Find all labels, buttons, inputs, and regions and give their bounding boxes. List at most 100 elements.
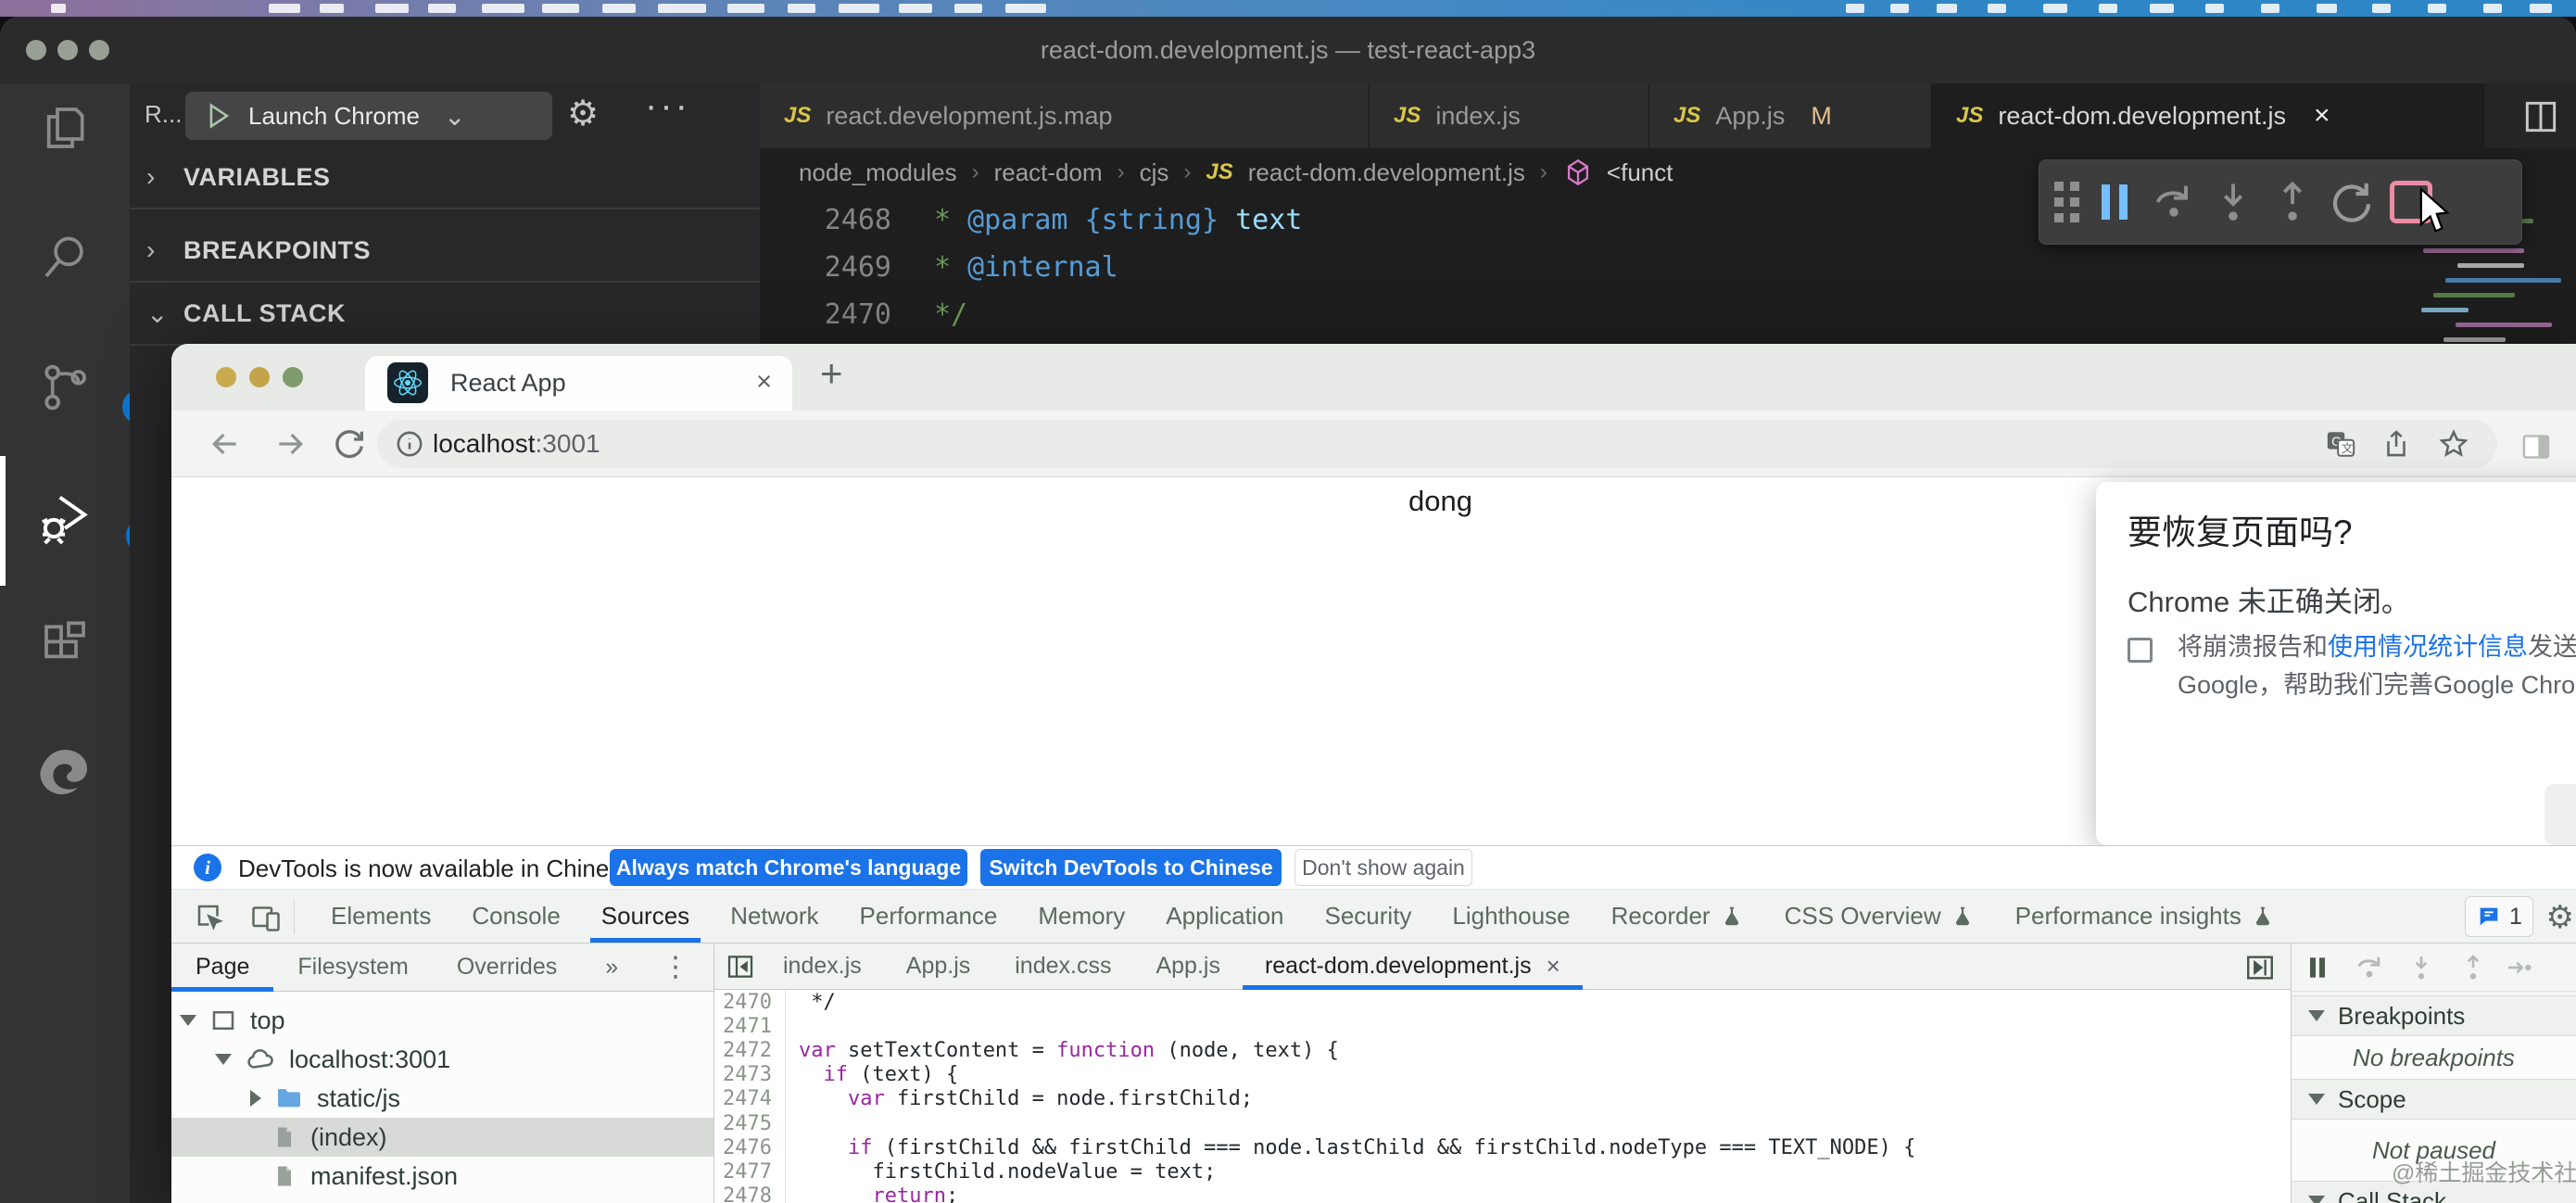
- new-tab-icon[interactable]: +: [820, 351, 843, 396]
- chevron-down-icon[interactable]: [215, 1054, 232, 1065]
- subtab-overrides[interactable]: Overrides: [433, 943, 581, 992]
- devtools-tab-console[interactable]: Console: [451, 890, 580, 943]
- explorer-icon[interactable]: [35, 98, 95, 158]
- debug-settings-gear-icon[interactable]: ⚙: [567, 93, 599, 134]
- search-icon[interactable]: [35, 228, 95, 287]
- chrome-minimize-button[interactable]: [249, 367, 270, 387]
- devtools-tab-performance-insights[interactable]: Performance insights: [1995, 890, 2295, 943]
- more-actions-icon[interactable]: ···: [645, 85, 690, 127]
- site-info-icon[interactable]: [394, 428, 425, 460]
- breadcrumb-symbol[interactable]: <funct: [1607, 158, 1673, 187]
- bookmark-star-icon[interactable]: [2438, 428, 2469, 460]
- source-control-icon[interactable]: [35, 358, 95, 417]
- tree-item[interactable]: [171, 1196, 713, 1203]
- extensions-icon[interactable]: [35, 614, 95, 674]
- step-over-icon[interactable]: [2343, 947, 2395, 988]
- devtools-settings-gear-icon[interactable]: ⚙: [2546, 899, 2574, 936]
- file-tab-index-js[interactable]: index.js: [761, 943, 884, 990]
- issues-counter[interactable]: 1: [2465, 896, 2533, 937]
- tree-item-manifest-json[interactable]: manifest.json: [171, 1157, 713, 1196]
- always-match-language-button[interactable]: Always match Chrome's language: [610, 849, 967, 886]
- open-file-panel-icon[interactable]: [2244, 952, 2276, 983]
- edge-browser-icon[interactable]: [35, 742, 95, 802]
- step-icon[interactable]: [2499, 947, 2540, 988]
- sidebar-section-call-stack[interactable]: ⌄ CALL STACK: [130, 283, 760, 346]
- tree-item--index-[interactable]: (index): [171, 1118, 713, 1157]
- more-options-icon[interactable]: ⋮: [662, 951, 689, 983]
- breakpoints-section-header[interactable]: Breakpoints: [2292, 995, 2576, 1036]
- share-icon[interactable]: [2380, 428, 2412, 460]
- split-editor-icon[interactable]: [2520, 96, 2561, 137]
- file-tab-index-css[interactable]: index.css: [992, 943, 1133, 990]
- subtab-page[interactable]: Page: [171, 943, 274, 992]
- devtools-tab-network[interactable]: Network: [710, 890, 839, 943]
- subtab-filesystem[interactable]: Filesystem: [273, 943, 432, 992]
- run-debug-icon[interactable]: [35, 488, 95, 547]
- editor-tab[interactable]: JS react-dom.development.js ×: [1932, 83, 2484, 148]
- step-over-icon[interactable]: [2144, 172, 2203, 232]
- collapse-sidebar-icon[interactable]: [726, 952, 755, 981]
- launch-config-button[interactable]: Launch Chrome ⌄: [185, 92, 552, 140]
- chevron-down-icon[interactable]: ⌄: [444, 101, 465, 132]
- devtools-tab-css-overview[interactable]: CSS Overview: [1764, 890, 1995, 943]
- breadcrumb-item[interactable]: react-dom: [994, 158, 1103, 187]
- inspect-element-icon[interactable]: [194, 901, 227, 934]
- tree-item-top[interactable]: top: [171, 1001, 713, 1040]
- file-tab-app-js[interactable]: App.js: [1133, 943, 1242, 990]
- pause-script-icon[interactable]: [2292, 947, 2343, 988]
- breadcrumb-file[interactable]: react-dom.development.js: [1248, 158, 1525, 187]
- pause-icon[interactable]: [2085, 172, 2144, 232]
- devtools-tab-elements[interactable]: Elements: [310, 890, 451, 943]
- step-into-icon[interactable]: [2395, 947, 2447, 988]
- usage-stats-link[interactable]: 使用情况统计信息: [2328, 633, 2528, 661]
- tree-item-static-js[interactable]: static/js: [171, 1079, 713, 1118]
- close-icon[interactable]: ×: [2314, 100, 2330, 132]
- overflow-tabs-icon[interactable]: »: [581, 943, 642, 992]
- chevron-down-icon[interactable]: [180, 1015, 196, 1026]
- restore-button-partial[interactable]: [2544, 784, 2576, 845]
- breadcrumb-item[interactable]: node_modules: [799, 158, 957, 187]
- device-toolbar-icon[interactable]: [249, 901, 283, 934]
- crash-report-checkbox[interactable]: [2128, 638, 2153, 663]
- step-out-icon[interactable]: [2263, 172, 2322, 232]
- step-into-icon[interactable]: [2203, 172, 2263, 232]
- editor-tab[interactable]: JS index.js: [1370, 83, 1649, 148]
- file-tab-app-js[interactable]: App.js: [884, 943, 992, 990]
- side-panel-icon[interactable]: [2519, 429, 2554, 464]
- debugger-toolbar: [2292, 943, 2576, 992]
- devtools-tab-security[interactable]: Security: [1305, 890, 1433, 943]
- devtools-tab-sources[interactable]: Sources: [581, 890, 710, 943]
- toolbar-drag-handle[interactable]: [2054, 182, 2079, 222]
- back-icon[interactable]: [207, 425, 244, 462]
- step-out-icon[interactable]: [2447, 947, 2499, 988]
- devtools-tab-performance[interactable]: Performance: [840, 890, 1018, 943]
- forward-icon[interactable]: [271, 425, 309, 462]
- code-line: 2470 */: [760, 291, 2576, 338]
- chevron-right-icon[interactable]: [250, 1090, 261, 1107]
- devtools-tab-application[interactable]: Application: [1145, 890, 1304, 943]
- chrome-close-button[interactable]: [216, 367, 236, 387]
- dont-show-again-button[interactable]: Don't show again: [1294, 849, 1472, 886]
- breadcrumb-item[interactable]: cjs: [1140, 158, 1169, 187]
- editor-tab[interactable]: JS react.development.js.map: [760, 83, 1370, 148]
- devtools-tab-recorder[interactable]: Recorder: [1591, 890, 1764, 943]
- address-bar[interactable]: localhost:3001 G文: [377, 420, 2497, 468]
- restart-icon[interactable]: [2322, 172, 2381, 232]
- scope-section-header[interactable]: Scope: [2292, 1079, 2576, 1120]
- file-tab-react-dom-development-js[interactable]: react-dom.development.js ×: [1242, 943, 1583, 990]
- browser-tab[interactable]: React App ×: [365, 356, 792, 411]
- translate-icon[interactable]: G文: [2325, 428, 2356, 460]
- sidebar-section-breakpoints[interactable]: › BREAKPOINTS: [130, 220, 760, 283]
- devtools-tab-memory[interactable]: Memory: [1017, 890, 1145, 943]
- sidebar-section-variables[interactable]: › VARIABLES: [130, 146, 760, 209]
- chrome-zoom-button[interactable]: [283, 367, 303, 387]
- debug-start-icon[interactable]: [202, 100, 234, 132]
- tab-close-icon[interactable]: ×: [756, 367, 772, 398]
- url-text[interactable]: localhost:3001: [433, 429, 600, 459]
- close-icon[interactable]: ×: [1547, 952, 1560, 981]
- switch-devtools-chinese-button[interactable]: Switch DevTools to Chinese: [980, 849, 1282, 886]
- reload-icon[interactable]: [331, 425, 368, 462]
- tree-item-localhost-3001[interactable]: localhost:3001: [171, 1040, 713, 1079]
- devtools-tab-lighthouse[interactable]: Lighthouse: [1432, 890, 1590, 943]
- editor-tab[interactable]: JS App.js M: [1649, 83, 1932, 148]
